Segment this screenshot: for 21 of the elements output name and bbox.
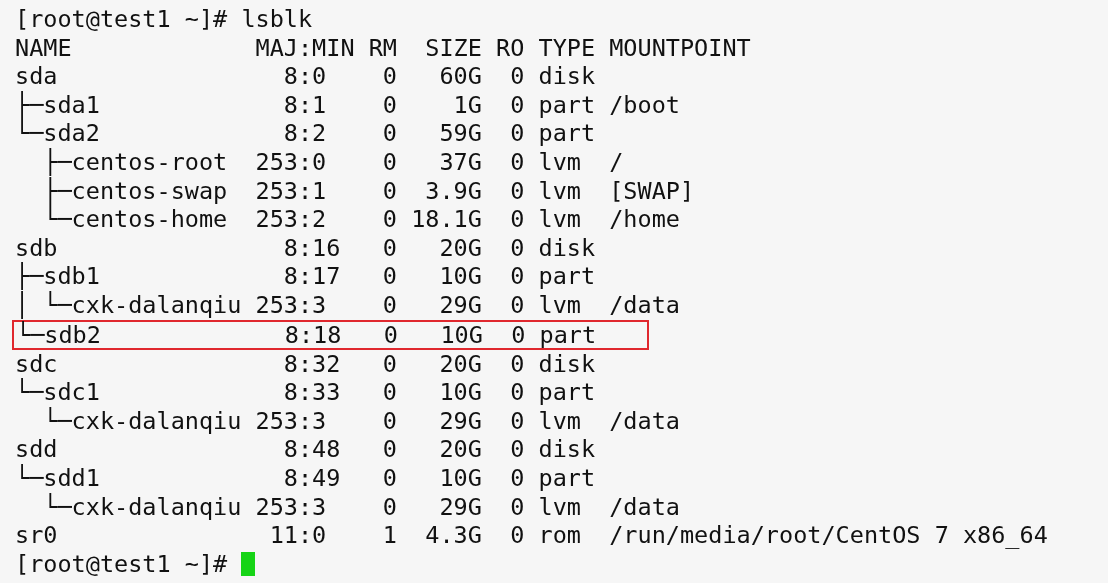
output-line: ├─centos-swap 253:1 0 3.9G 0 lvm [SWAP] — [42, 176, 695, 205]
output-line: sdc 8:32 0 20G 0 disk — [15, 349, 596, 378]
shell-prompt: [root@test1 ~]# — [15, 549, 229, 579]
shell-prompt: [root@test1 ~]# — [15, 5, 229, 34]
output-line: └─cxk-dalanqiu 253:3 0 29G 0 lvm /data — [42, 406, 680, 436]
output-line: ├─sda1 8:1 0 1G 0 part /boot — [15, 90, 680, 119]
output-line: sdb 8:16 0 20G 0 disk — [15, 233, 596, 262]
output-line: ├─centos-root 253:0 0 37G 0 lvm / — [42, 147, 624, 177]
output-line: └─centos-home 253:2 0 18.1G 0 lvm /home — [42, 205, 680, 234]
command-text: lsblk — [241, 5, 313, 34]
terminal-cursor — [241, 552, 256, 576]
output-line: └─sdd1 8:49 0 10G 0 part — [15, 463, 596, 493]
output-line: sr0 11:0 1 4.3G 0 rom /run/media/root/CentOS 7 x86_64 — [15, 521, 1048, 550]
output-line: sda 8:0 0 60G 0 disk — [15, 62, 596, 91]
output-line: │ └─cxk-dalanqiu 253:3 0 29G 0 lvm /data — [15, 290, 680, 320]
output-line: ├─sdb1 8:17 0 10G 0 part — [15, 262, 596, 291]
output-line: └─cxk-dalanqiu 253:3 0 29G 0 lvm /data — [42, 492, 680, 522]
output-line: └─sdc1 8:33 0 10G 0 part — [15, 378, 596, 407]
output-line: NAME MAJ:MIN RM SIZE RO TYPE MOUNTPOINT — [15, 33, 751, 63]
output-line: └─sda2 8:2 0 59G 0 part — [15, 119, 596, 148]
output-line: sdd 8:48 0 20G 0 disk — [15, 435, 596, 464]
